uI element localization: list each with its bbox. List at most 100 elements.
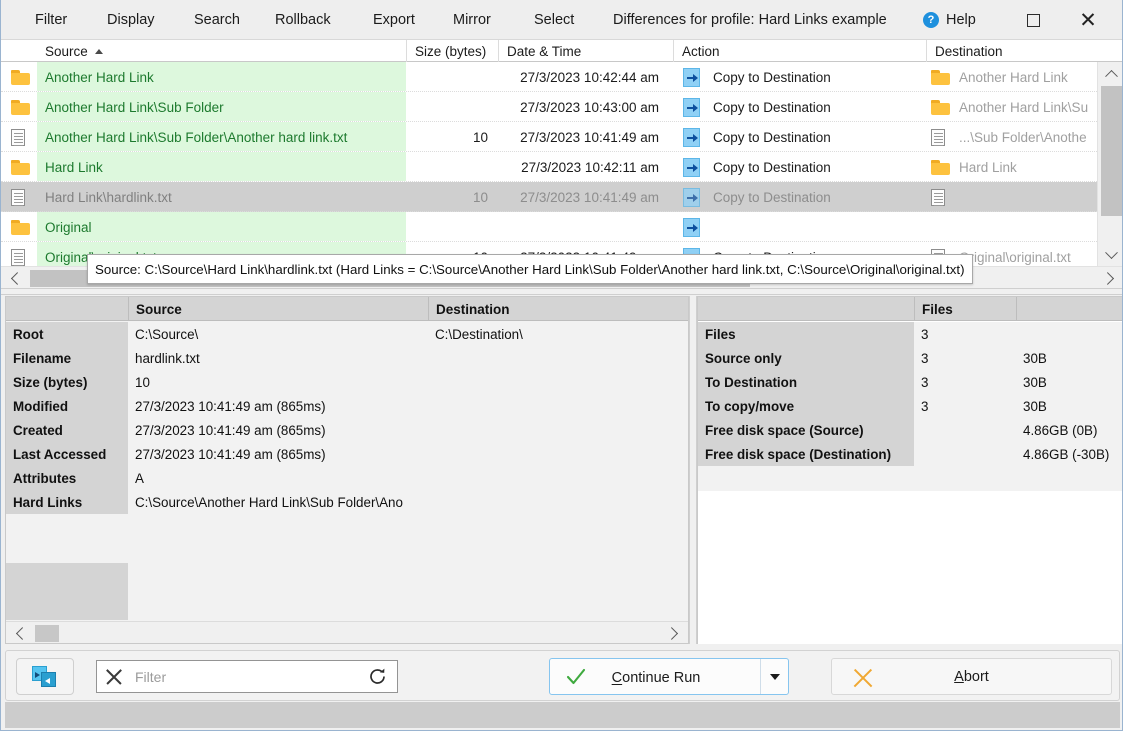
stats-row-label: To copy/move bbox=[698, 394, 914, 418]
maximize-button[interactable] bbox=[1011, 0, 1055, 40]
vertical-scroll-thumb[interactable] bbox=[1101, 86, 1122, 216]
details-header-row: Source Destination bbox=[6, 297, 688, 321]
menu-item-export[interactable]: Export bbox=[367, 0, 421, 40]
column-header-source[interactable]: Source bbox=[37, 40, 406, 62]
abort-label-rest: bort bbox=[963, 668, 989, 685]
menu-item-filter[interactable]: Filter bbox=[29, 0, 73, 40]
stats-row: Files 3 bbox=[698, 322, 1122, 346]
stats-row: Free disk space (Source) 4.86GB (0B) bbox=[698, 418, 1122, 442]
table-row[interactable]: Hard Link 27/3/2023 10:42:11 am Copy to De… bbox=[1, 152, 1097, 182]
x-icon[interactable] bbox=[105, 668, 123, 686]
list-rows[interactable]: Another Hard Link 27/3/2023 10:42:44 am Co… bbox=[1, 62, 1097, 266]
continue-run-button[interactable]: Continue Run bbox=[549, 658, 789, 695]
stats-row-label: Files bbox=[698, 322, 914, 346]
menu-item-display[interactable]: Display bbox=[101, 0, 161, 40]
menu-item-rollback[interactable]: Rollback bbox=[269, 0, 337, 40]
row-action-icon bbox=[683, 152, 705, 182]
row-type-icon bbox=[11, 242, 33, 266]
row-size bbox=[406, 92, 492, 122]
details-scroll-thumb[interactable] bbox=[35, 625, 59, 642]
caret-down-icon bbox=[769, 673, 780, 680]
details-header-destination: Destination bbox=[428, 297, 688, 321]
row-action: Copy to Destination bbox=[713, 99, 831, 115]
close-button[interactable]: ✕ bbox=[1066, 0, 1110, 40]
horizontal-splitter[interactable] bbox=[1, 288, 1122, 295]
list-vertical-scrollbar[interactable] bbox=[1097, 62, 1122, 266]
stats-row: To Destination 3 30B bbox=[698, 370, 1122, 394]
row-destination: Another Hard Link bbox=[959, 69, 1068, 85]
row-size: 10 bbox=[472, 129, 488, 145]
row-action-icon bbox=[683, 92, 705, 122]
details-scroll-right-button[interactable] bbox=[661, 622, 688, 644]
continue-run-accel: C bbox=[611, 669, 623, 686]
scroll-right-button[interactable] bbox=[1097, 267, 1122, 289]
row-destination-icon bbox=[931, 122, 953, 152]
row-destination-icon bbox=[931, 182, 953, 212]
row-action: Copy to Destination bbox=[713, 129, 831, 145]
stats-row-label: Source only bbox=[698, 346, 914, 370]
table-row[interactable]: Another Hard Link\Sub Folder\Another har… bbox=[1, 122, 1097, 152]
row-destination: Another Hard Link\Su bbox=[959, 99, 1089, 115]
table-row[interactable]: Hard Link\hardlink.txt 10 27/3/2023 10:41:… bbox=[1, 182, 1097, 212]
row-action: Copy to Destination bbox=[713, 189, 831, 205]
chevron-right-icon bbox=[1101, 271, 1115, 285]
details-body: Root C:\Source\ C:\Destination\ Filename har… bbox=[6, 322, 688, 620]
table-row[interactable]: Another Hard Link 27/3/2023 10:42:44 am Co… bbox=[1, 62, 1097, 92]
column-header-destination[interactable]: Destination bbox=[926, 40, 1122, 62]
details-row-source-value: C:\Source\Another Hard Link\Sub Folder\A… bbox=[135, 494, 403, 510]
continue-run-label-rest: ontinue Run bbox=[622, 669, 701, 686]
folder-icon bbox=[11, 99, 30, 115]
row-type-icon bbox=[11, 62, 33, 92]
stats-row-size: 4.86GB (-30B) bbox=[1023, 446, 1110, 462]
chevron-left-icon bbox=[10, 271, 24, 285]
help-label: Help bbox=[946, 12, 976, 28]
row-source: Another Hard Link\Sub Folder\Another har… bbox=[45, 129, 348, 145]
details-row-source-value: A bbox=[135, 470, 144, 486]
copy-arrow-icon bbox=[683, 217, 700, 237]
row-destination: ...\Sub Folder\Anothe bbox=[959, 129, 1087, 145]
row-destination-icon bbox=[931, 212, 953, 242]
chevron-down-icon bbox=[1105, 245, 1118, 259]
stats-row-count bbox=[914, 418, 1016, 442]
menu-item-select[interactable]: Select bbox=[528, 0, 580, 40]
row-action-icon bbox=[683, 182, 705, 212]
table-row[interactable]: Another Hard Link\Sub Folder 27/3/2023 10… bbox=[1, 92, 1097, 122]
scroll-up-button[interactable] bbox=[1098, 62, 1122, 84]
abort-button[interactable]: Abort bbox=[831, 658, 1112, 695]
abort-accel: A bbox=[954, 668, 964, 685]
menu-item-search[interactable]: Search bbox=[188, 0, 246, 40]
document-icon bbox=[11, 128, 25, 146]
column-header-size[interactable]: Size (bytes) bbox=[406, 40, 498, 62]
details-header-blank bbox=[6, 297, 128, 321]
row-size bbox=[406, 62, 492, 92]
continue-run-dropdown-button[interactable] bbox=[760, 659, 788, 694]
column-header-action[interactable]: Action bbox=[673, 40, 926, 62]
row-datetime: 27/3/2023 10:41:49 am bbox=[520, 189, 659, 205]
table-row[interactable]: Original bbox=[1, 212, 1097, 242]
column-header-datetime[interactable]: Date & Time bbox=[498, 40, 673, 62]
stats-row-count: 3 bbox=[921, 326, 929, 342]
swap-source-destination-button[interactable] bbox=[16, 658, 74, 695]
stats-row-count bbox=[914, 442, 1016, 466]
details-label-filler bbox=[6, 563, 128, 620]
vertical-splitter[interactable] bbox=[689, 296, 697, 644]
status-bar bbox=[5, 702, 1120, 728]
row-size bbox=[406, 152, 492, 182]
menu-item-mirror[interactable]: Mirror bbox=[447, 0, 497, 40]
details-row-source-value: C:\Source\ bbox=[135, 326, 199, 342]
filter-input[interactable]: Filter bbox=[96, 660, 398, 693]
stats-header-row: Files bbox=[698, 297, 1122, 321]
stats-header-size bbox=[1016, 297, 1122, 321]
details-row-destination-value bbox=[428, 442, 688, 466]
details-horizontal-scrollbar[interactable] bbox=[6, 621, 688, 643]
stats-row-count: 3 bbox=[921, 374, 929, 390]
scroll-left-button[interactable] bbox=[1, 267, 28, 289]
row-action-icon bbox=[683, 212, 705, 242]
details-scroll-left-button[interactable] bbox=[6, 622, 33, 644]
details-row: Attributes A bbox=[6, 466, 688, 490]
help-button[interactable]: ? Help bbox=[923, 0, 976, 40]
details-row-source-value: hardlink.txt bbox=[135, 350, 200, 366]
scroll-down-button[interactable] bbox=[1098, 244, 1122, 266]
refresh-icon[interactable] bbox=[368, 667, 387, 686]
details-row: Size (bytes) 10 bbox=[6, 370, 688, 394]
